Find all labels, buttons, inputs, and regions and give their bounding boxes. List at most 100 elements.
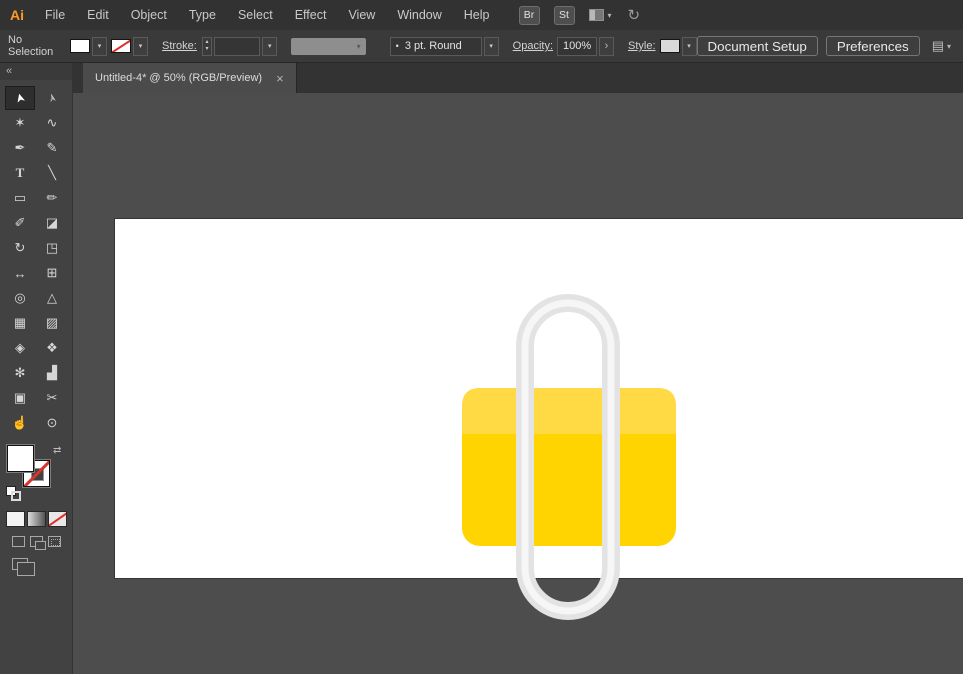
fill-color-combo[interactable]: ▾ [69, 36, 107, 56]
column-graph-tool[interactable]: ▟ [37, 361, 67, 385]
align-icon: ▤ [931, 38, 944, 53]
style-combo[interactable]: ▾ [659, 36, 697, 56]
curvature-tool[interactable]: ✎ [37, 136, 67, 160]
menu-effect[interactable]: Effect [284, 0, 338, 30]
sync-icon[interactable]: ↻ [628, 6, 641, 24]
perspective-grid-tool[interactable]: △ [37, 286, 67, 310]
zoom-tool[interactable]: ⊙ [37, 411, 67, 435]
lasso-tool-icon: ∿ [46, 115, 58, 130]
opacity-input[interactable]: 100% [557, 36, 598, 56]
shaper-tool[interactable]: ✐ [5, 211, 35, 235]
workspace-switcher[interactable]: ▾ [588, 9, 612, 21]
lasso-tool[interactable]: ∿ [37, 111, 67, 135]
stroke-weight-combo[interactable]: ▾ [212, 36, 278, 56]
draw-inside-button[interactable] [47, 536, 61, 547]
stroke-color-combo[interactable]: ▾ [110, 36, 148, 56]
menu-edit[interactable]: Edit [76, 0, 120, 30]
stepper-up-icon[interactable]: ▴ [206, 39, 209, 46]
stroke-weight-label[interactable]: Stroke: [162, 40, 197, 52]
rectangle-tool[interactable]: ▭ [5, 186, 35, 210]
selection-tool[interactable]: ➤ [5, 86, 35, 110]
hand-tool[interactable]: ☝ [5, 411, 35, 435]
brush-definition-combo[interactable]: • 3 pt. Round ▾ [378, 36, 499, 56]
width-tool[interactable]: ↔ [5, 261, 35, 285]
opacity-label[interactable]: Opacity: [513, 40, 553, 52]
style-label[interactable]: Style: [628, 40, 656, 52]
mesh-tool[interactable]: ▦ [5, 311, 35, 335]
document-tab[interactable]: Untitled-4* @ 50% (RGB/Preview) × [83, 63, 297, 93]
workspace-icon [588, 9, 604, 21]
symbol-sprayer-tool-icon: ✻ [14, 365, 26, 380]
none-button[interactable] [47, 511, 67, 527]
opacity-combo[interactable]: 100% › [553, 36, 615, 56]
width-tool-icon: ↔ [13, 265, 27, 281]
lock-body-highlight-shape[interactable] [462, 388, 676, 434]
artboard-tool[interactable]: ▣ [5, 386, 35, 410]
blend-tool[interactable]: ❖ [37, 336, 67, 360]
scale-tool-icon: ◳ [45, 240, 59, 255]
pen-tool[interactable]: ✒ [5, 136, 35, 160]
screen-mode-button[interactable] [12, 558, 35, 576]
type-tool[interactable]: T [5, 161, 35, 185]
close-icon[interactable]: × [276, 71, 284, 86]
symbol-sprayer-tool[interactable]: ✻ [5, 361, 35, 385]
stepper-down-icon[interactable]: ▾ [206, 46, 209, 53]
eyedropper-tool[interactable]: ◈ [5, 336, 35, 360]
direct-selection-tool[interactable]: ➢ [37, 86, 67, 110]
canvas-area[interactable] [73, 93, 963, 674]
main-menus: File Edit Object Type Select Effect View… [34, 0, 501, 30]
align-options[interactable]: ▤ ▾ [932, 38, 951, 54]
bridge-button[interactable]: Br [518, 5, 540, 25]
stroke-weight-input[interactable] [214, 36, 261, 56]
brush-definition-value[interactable]: • 3 pt. Round [389, 36, 482, 56]
style-swatch[interactable] [659, 39, 680, 53]
menu-object[interactable]: Object [120, 0, 178, 30]
gradient-button[interactable] [26, 511, 46, 527]
perspective-grid-tool-icon: △ [47, 290, 57, 305]
paintbrush-tool[interactable]: ✏ [37, 186, 67, 210]
width-profile-dropdown[interactable]: ▾ [291, 37, 366, 55]
magic-wand-tool[interactable]: ✶ [5, 111, 35, 135]
rotate-tool[interactable]: ↻ [5, 236, 35, 260]
selection-status: No Selection [8, 34, 54, 58]
line-segment-tool[interactable]: ╲ [37, 161, 67, 185]
eraser-tool[interactable]: ◪ [37, 211, 67, 235]
swap-fill-stroke-icon[interactable]: ⇄ [53, 445, 61, 456]
stroke-swatch-none[interactable] [110, 39, 131, 53]
chevron-down-icon[interactable]: ▾ [262, 36, 278, 56]
stroke-weight-stepper[interactable]: ▴ ▾ [201, 36, 213, 56]
stock-button[interactable]: St [553, 5, 575, 25]
draw-normal-button[interactable] [11, 536, 25, 547]
illustrator-window: Ai File Edit Object Type Select Effect V… [0, 0, 963, 674]
color-button[interactable] [5, 511, 25, 527]
fill-color-chip[interactable] [7, 445, 34, 472]
scale-tool[interactable]: ◳ [37, 236, 67, 260]
chevron-down-icon[interactable]: ▾ [483, 36, 499, 56]
free-transform-tool[interactable]: ⊞ [37, 261, 67, 285]
shape-builder-tool[interactable]: ◎ [5, 286, 35, 310]
default-fill-stroke-button[interactable] [6, 486, 22, 502]
menu-file[interactable]: File [34, 0, 76, 30]
slice-tool[interactable]: ✂ [37, 386, 67, 410]
chevron-down-icon[interactable]: ▾ [91, 36, 107, 56]
menu-type[interactable]: Type [178, 0, 227, 30]
chevron-down-icon: ▾ [356, 41, 361, 51]
fill-swatch[interactable] [69, 39, 90, 53]
menu-view[interactable]: View [337, 0, 386, 30]
selection-tool-icon: ➤ [11, 91, 29, 105]
document-tab-title: Untitled-4* @ 50% (RGB/Preview) [95, 72, 263, 84]
chevron-down-icon: ▾ [607, 10, 612, 20]
menu-select[interactable]: Select [227, 0, 284, 30]
chevron-right-icon[interactable]: › [599, 36, 615, 56]
chevron-down-icon[interactable]: ▾ [132, 36, 148, 56]
menu-help[interactable]: Help [453, 0, 501, 30]
preferences-button[interactable]: Preferences [825, 36, 920, 56]
collapse-tools-button[interactable]: « [0, 63, 72, 80]
menu-window[interactable]: Window [386, 0, 452, 30]
document-setup-button[interactable]: Document Setup [696, 36, 818, 56]
draw-behind-button[interactable] [29, 536, 46, 550]
gradient-tool[interactable]: ▨ [37, 311, 67, 335]
chevron-down-icon[interactable]: ▾ [681, 36, 697, 56]
hand-tool-icon: ☝ [11, 415, 29, 430]
paintbrush-tool-icon: ✏ [46, 190, 58, 205]
